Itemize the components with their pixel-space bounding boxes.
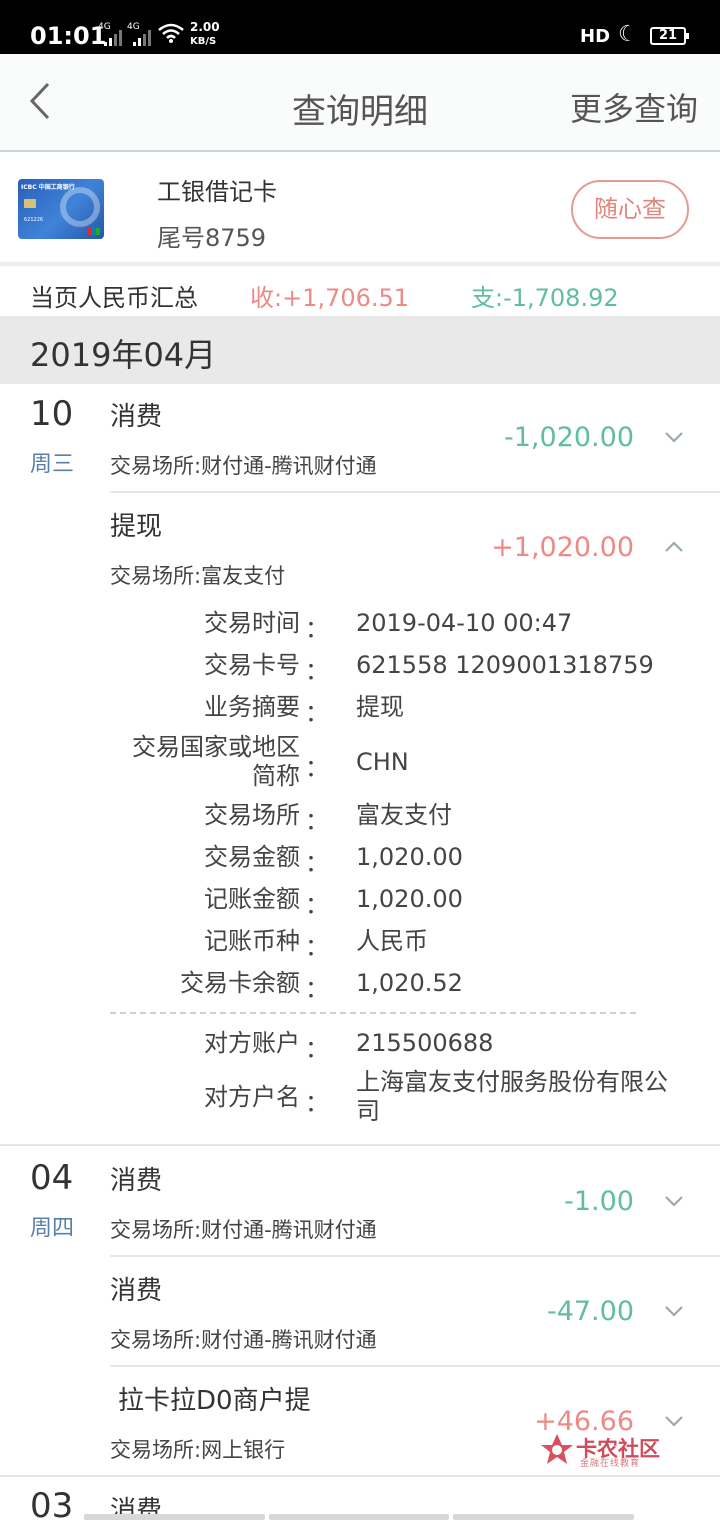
chevron-down-icon[interactable] [662, 1193, 686, 1209]
signal-icon-1 [104, 28, 124, 46]
summary-income: 收:+1,706.51 [250, 284, 410, 312]
divider [110, 1012, 636, 1014]
detail-label: 交易国家或地区 [132, 733, 300, 761]
detail-value: CHN [356, 748, 409, 776]
detail-value: 上海富友支付服务股份有限公 [356, 1068, 668, 1096]
card-info: ICBC 中国工商银行 621226 工银借记卡 尾号8759 随心查 [0, 152, 720, 266]
detail-label: 交易时间 [204, 609, 300, 637]
detail-value: 621558 1209001318759 [356, 651, 654, 679]
detail-label: 简称 [252, 762, 300, 790]
detail-label: 记账金额 [204, 885, 300, 913]
detail-value: 215500688 [356, 1029, 494, 1057]
nav-bar: 查询明细 更多查询 [0, 54, 720, 152]
free-query-button[interactable]: 随心查 [571, 180, 689, 239]
detail-value: 1,020.00 [356, 843, 463, 871]
detail-label: 交易卡号 [204, 651, 300, 679]
transaction-amount: -1.00 [564, 1186, 634, 1217]
transaction-title: 消费 [110, 1276, 163, 1306]
summary-expense: 支:-1,708.92 [471, 284, 619, 312]
bottom-scroll-indicator [84, 1514, 635, 1520]
wifi-icon [158, 22, 184, 49]
chevron-down-icon[interactable] [662, 1413, 686, 1429]
detail-value: 富友支付 [356, 801, 452, 829]
transaction-amount: -47.00 [546, 1296, 634, 1327]
status-time: 01:01 [30, 22, 107, 50]
more-query-button[interactable]: 更多查询 [570, 84, 698, 130]
bank-card-image: ICBC 中国工商银行 621226 [18, 179, 104, 239]
card-tail-number: 尾号8759 [157, 224, 267, 252]
transaction-place: 交易场所:财付通-腾讯财付通 [110, 1328, 377, 1352]
detail-value: 司 [356, 1097, 380, 1125]
signal-icon-2 [133, 28, 153, 46]
detail-value: 人民币 [356, 927, 428, 955]
hd-icon: HD [580, 26, 611, 47]
detail-value: 1,020.52 [356, 969, 463, 997]
status-bar: 01:01 4G 4G 2.00 KB/S HD ☾ 21 [0, 0, 720, 54]
detail-value: 提现 [356, 693, 404, 721]
day-number: 10 [30, 394, 74, 434]
transaction-amount: +1,020.00 [491, 532, 634, 563]
chevron-down-icon[interactable] [662, 1303, 686, 1319]
transaction-title: 提现 [110, 512, 163, 542]
chevron-up-icon[interactable] [662, 539, 686, 555]
battery-icon: 21 [650, 27, 689, 45]
detail-label: 对方户名 [204, 1083, 300, 1111]
watermark-icon [541, 1434, 573, 1464]
card-name: 工银借记卡 [157, 178, 277, 206]
transaction-place: 交易场所:富友支付 [110, 564, 286, 588]
transaction-title: 消费 [110, 1166, 163, 1196]
detail-label: 交易卡余额 [180, 969, 300, 997]
weekday: 周三 [30, 452, 75, 477]
page-summary: 当页人民币汇总 收:+1,706.51 支:-1,708.92 [0, 270, 720, 316]
detail-label: 业务摘要 [204, 693, 300, 721]
detail-label: 交易金额 [204, 843, 300, 871]
watermark-logo: 卡农社区 金融在线教育 [540, 1431, 680, 1471]
network-speed: 2.00 KB/S [190, 20, 220, 48]
moon-icon: ☾ [618, 22, 638, 47]
transaction-title: 消费 [110, 402, 163, 432]
detail-label: 记账币种 [204, 927, 300, 955]
detail-value: 2019-04-10 00:47 [356, 609, 573, 637]
detail-label: 交易场所 [204, 801, 300, 829]
weekday: 周四 [30, 1216, 75, 1241]
transaction-place: 交易场所:财付通-腾讯财付通 [110, 1218, 377, 1242]
detail-value: 1,020.00 [356, 885, 463, 913]
summary-label: 当页人民币汇总 [30, 284, 198, 312]
transaction-place: 交易场所:财付通-腾讯财付通 [110, 454, 377, 478]
transaction-amount: -1,020.00 [504, 422, 634, 453]
transaction-title: 拉卡拉D0商户提 [118, 1386, 311, 1416]
day-number: 03 [30, 1486, 74, 1520]
day-number: 04 [30, 1158, 74, 1198]
transaction-place: 交易场所:网上银行 [110, 1438, 286, 1462]
detail-label: 对方账户 [204, 1029, 300, 1057]
chevron-down-icon[interactable] [662, 429, 686, 445]
month-header: 2019年04月 [0, 316, 720, 384]
